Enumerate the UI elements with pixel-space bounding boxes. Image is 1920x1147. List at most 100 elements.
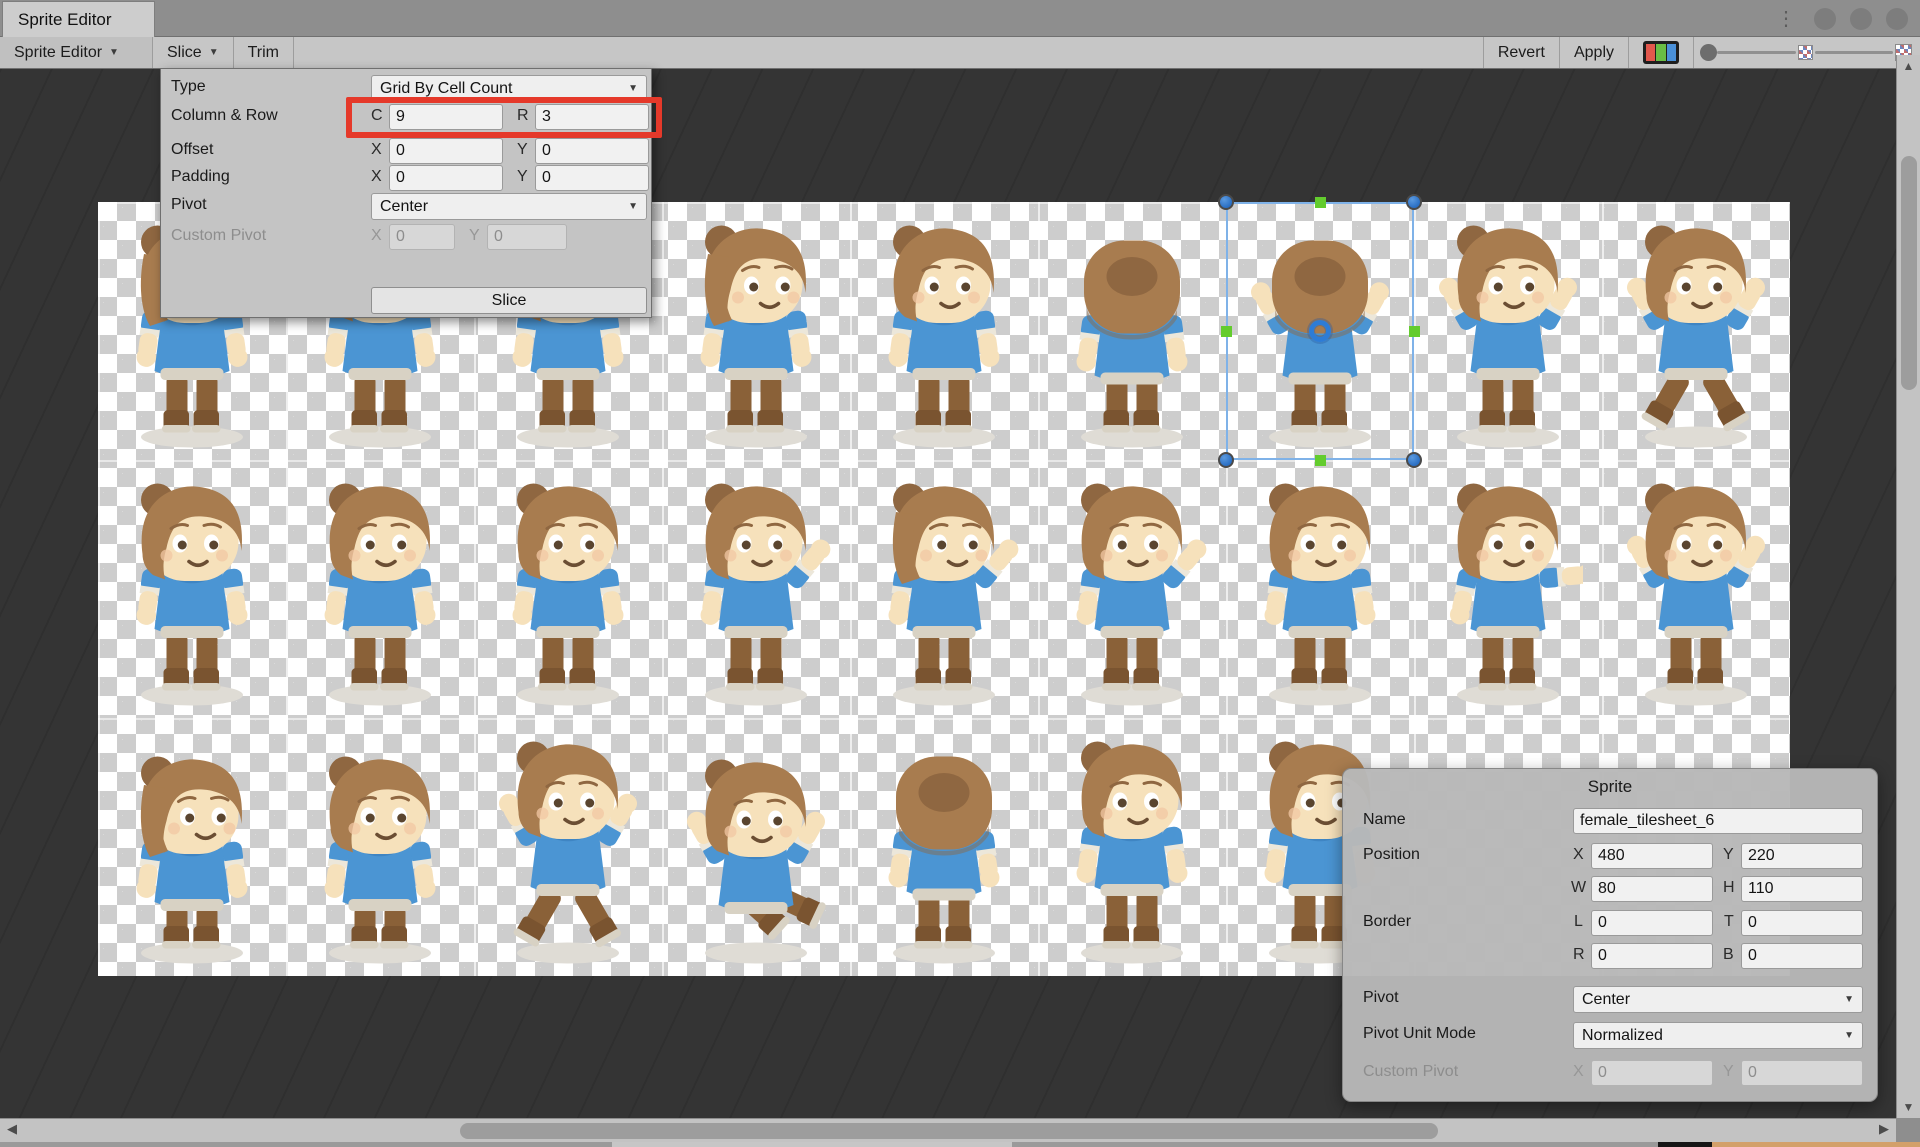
scroll-down-icon[interactable]: ▼ bbox=[1897, 1100, 1920, 1114]
chevron-down-icon: ▼ bbox=[1844, 1030, 1854, 1041]
name-label: Name bbox=[1363, 811, 1406, 828]
sprite-cell[interactable] bbox=[850, 202, 1038, 460]
selection-edge-handle[interactable] bbox=[1220, 325, 1232, 337]
sprite-cell[interactable] bbox=[1038, 460, 1226, 718]
padding-y-input[interactable]: 0 bbox=[535, 165, 649, 191]
vertical-scrollbar[interactable]: ▲ ▼ bbox=[1896, 55, 1920, 1118]
trim-button[interactable]: Trim bbox=[234, 37, 294, 68]
sprite-cell[interactable] bbox=[286, 460, 474, 718]
sprite-pivot-dropdown[interactable]: Center ▼ bbox=[1573, 986, 1863, 1013]
sprite-pivot-label: Pivot bbox=[1363, 989, 1399, 1006]
sprite-name-value: female_tilesheet_6 bbox=[1580, 812, 1715, 829]
position-x-input[interactable]: 480 bbox=[1591, 843, 1713, 869]
border-b-input[interactable]: 0 bbox=[1741, 943, 1863, 969]
padding-x-value: 0 bbox=[396, 169, 405, 186]
tab-title: Sprite Editor bbox=[18, 9, 112, 29]
border-l-value: 0 bbox=[1598, 914, 1607, 931]
sprite-cell[interactable] bbox=[286, 718, 474, 976]
position-y-input[interactable]: 220 bbox=[1741, 843, 1863, 869]
slider-track-2[interactable] bbox=[1814, 51, 1893, 54]
vertical-scroll-thumb[interactable] bbox=[1901, 156, 1917, 390]
y-axis-label: Y bbox=[1723, 1063, 1734, 1080]
trim-label: Trim bbox=[247, 43, 279, 61]
sprite-cell[interactable] bbox=[1038, 202, 1226, 460]
slider-knob[interactable] bbox=[1700, 44, 1717, 61]
horizontal-scrollbar[interactable]: ◀ ▶ bbox=[0, 1118, 1896, 1142]
column-count-input[interactable]: 9 bbox=[389, 104, 503, 130]
sprite-cell[interactable] bbox=[850, 460, 1038, 718]
sprite-cell[interactable] bbox=[1414, 202, 1602, 460]
padding-x-input[interactable]: 0 bbox=[389, 165, 503, 191]
sprite-pivot-marker[interactable] bbox=[1309, 320, 1331, 342]
window-button-2[interactable] bbox=[1850, 7, 1872, 30]
sprite-cell[interactable] bbox=[1602, 460, 1790, 718]
x-axis-label: X bbox=[1573, 846, 1584, 863]
selection-edge-handle[interactable] bbox=[1314, 196, 1326, 208]
slice-popup-panel: Type Grid By Cell Count ▼ Column & Row C… bbox=[160, 68, 662, 318]
color-channels-button[interactable] bbox=[1629, 37, 1694, 68]
sprite-cell[interactable] bbox=[1414, 460, 1602, 718]
sprite-cell[interactable] bbox=[474, 718, 662, 976]
slice-type-dropdown[interactable]: Grid By Cell Count ▼ bbox=[371, 75, 647, 102]
window-button-3[interactable] bbox=[1886, 7, 1908, 30]
r-axis-label: R bbox=[1573, 946, 1585, 963]
border-r-input[interactable]: 0 bbox=[1591, 943, 1713, 969]
mip-low-icon bbox=[1797, 45, 1813, 60]
row-count-input[interactable]: 3 bbox=[535, 104, 649, 130]
offset-label: Offset bbox=[171, 141, 214, 158]
slider-track[interactable] bbox=[1717, 51, 1796, 54]
slice-pivot-dropdown[interactable]: Center ▼ bbox=[371, 193, 647, 220]
sprite-cell[interactable] bbox=[1038, 718, 1226, 976]
slice-custom-pivot-x-input: 0 bbox=[389, 224, 455, 250]
width-value: 80 bbox=[1598, 880, 1616, 897]
width-input[interactable]: 80 bbox=[1591, 876, 1713, 902]
y-axis-label: Y bbox=[1723, 846, 1734, 863]
l-axis-label: L bbox=[1574, 913, 1583, 930]
selection-corner-handle[interactable] bbox=[1406, 194, 1422, 210]
sprite-cell[interactable] bbox=[662, 718, 850, 976]
selection-edge-handle[interactable] bbox=[1314, 454, 1326, 466]
scroll-up-icon[interactable]: ▲ bbox=[1897, 59, 1920, 73]
sprite-cell[interactable] bbox=[98, 460, 286, 718]
border-l-input[interactable]: 0 bbox=[1591, 910, 1713, 936]
selection-corner-handle[interactable] bbox=[1218, 452, 1234, 468]
scroll-left-icon[interactable]: ◀ bbox=[7, 1121, 17, 1137]
offset-y-input[interactable]: 0 bbox=[535, 138, 649, 164]
sprite-cell[interactable] bbox=[98, 718, 286, 976]
offset-x-input[interactable]: 0 bbox=[389, 138, 503, 164]
slice-execute-button[interactable]: Slice bbox=[371, 287, 647, 314]
window-button-1[interactable] bbox=[1814, 7, 1836, 30]
scroll-right-icon[interactable]: ▶ bbox=[1879, 1121, 1889, 1137]
border-label: Border bbox=[1363, 913, 1412, 930]
toolbar: Sprite Editor ▼ Slice ▼ Trim Revert Appl… bbox=[0, 37, 1920, 69]
sprite-cell[interactable] bbox=[662, 460, 850, 718]
sprite-editor-mode-dropdown[interactable]: Sprite Editor ▼ bbox=[0, 37, 153, 68]
type-label: Type bbox=[171, 78, 206, 95]
slice-menu-button[interactable]: Slice ▼ bbox=[153, 37, 234, 68]
horizontal-scroll-thumb[interactable] bbox=[460, 1123, 1438, 1139]
zoom-mip-slider[interactable] bbox=[1694, 37, 1920, 68]
apply-button[interactable]: Apply bbox=[1560, 37, 1629, 68]
selection-corner-handle[interactable] bbox=[1218, 194, 1234, 210]
slice-type-value: Grid By Cell Count bbox=[380, 79, 513, 97]
sprite-cell[interactable] bbox=[1602, 202, 1790, 460]
chevron-down-icon: ▼ bbox=[628, 83, 638, 94]
selection-edge-handle[interactable] bbox=[1408, 325, 1420, 337]
sprite-pivot-value: Center bbox=[1582, 990, 1631, 1008]
sprite-custom-pivot-y-value: 0 bbox=[1748, 1064, 1757, 1081]
r-axis-label: R bbox=[517, 107, 529, 124]
pivot-unit-mode-dropdown[interactable]: Normalized ▼ bbox=[1573, 1022, 1863, 1049]
selection-corner-handle[interactable] bbox=[1406, 452, 1422, 468]
sprite-cell[interactable] bbox=[1226, 460, 1414, 718]
tab-sprite-editor[interactable]: Sprite Editor bbox=[2, 1, 155, 37]
row-count-value: 3 bbox=[542, 108, 551, 125]
column-row-label: Column & Row bbox=[171, 107, 278, 124]
sprite-cell[interactable] bbox=[662, 202, 850, 460]
revert-button[interactable]: Revert bbox=[1482, 37, 1560, 68]
more-options-icon[interactable]: ⋮ bbox=[1776, 9, 1796, 29]
border-t-input[interactable]: 0 bbox=[1741, 910, 1863, 936]
sprite-cell[interactable] bbox=[850, 718, 1038, 976]
height-input[interactable]: 110 bbox=[1741, 876, 1863, 902]
sprite-cell[interactable] bbox=[474, 460, 662, 718]
sprite-name-input[interactable]: female_tilesheet_6 bbox=[1573, 808, 1863, 834]
